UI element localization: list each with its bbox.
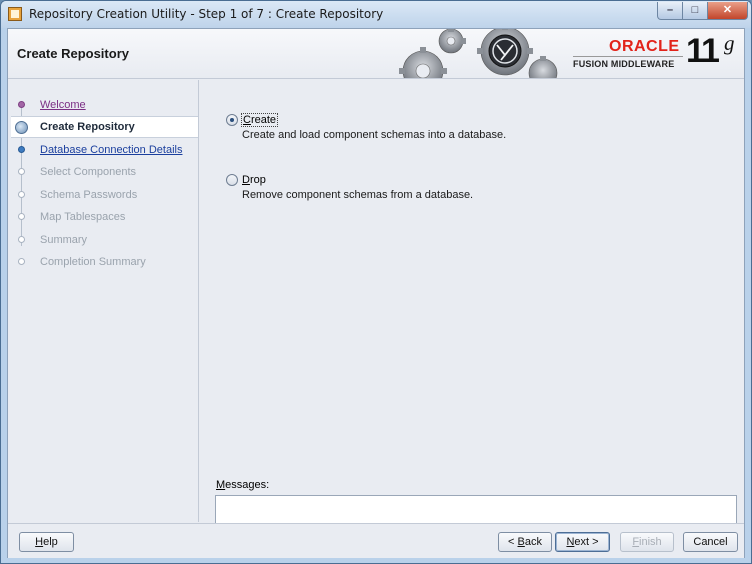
maximize-button[interactable]: □ <box>683 2 708 20</box>
nav-step-label: Welcome <box>40 99 86 111</box>
nav-step-label: Select Components <box>40 166 136 178</box>
nav-step-label: Database Connection Details <box>40 144 183 156</box>
nav-step-create-repository: Create Repository <box>11 116 198 138</box>
drop-radio-label[interactable]: Drop <box>242 174 266 186</box>
wizard-footer: Help < Back Next > Finish Cancel <box>8 523 744 558</box>
title-bar[interactable]: Repository Creation Utility - Step 1 of … <box>1 1 751 28</box>
next-button[interactable]: Next > <box>555 532 610 552</box>
create-radio[interactable] <box>226 114 238 126</box>
gears-graphic <box>393 29 558 78</box>
logo-rule <box>573 56 683 57</box>
minimize-button[interactable]: – <box>657 2 683 20</box>
step-pending-icon <box>18 236 25 243</box>
back-button[interactable]: < Back <box>498 532 552 552</box>
finish-button: Finish <box>620 532 674 552</box>
page-title: Create Repository <box>17 46 129 61</box>
nav-step-label: Create Repository <box>40 121 135 133</box>
version-suffix: g <box>724 31 735 55</box>
drop-radio[interactable] <box>226 174 238 186</box>
app-window: Repository Creation Utility - Step 1 of … <box>0 0 752 564</box>
close-button[interactable]: ✕ <box>708 2 748 20</box>
step-pending-icon <box>18 213 25 220</box>
nav-step-summary: Summary <box>11 229 198 251</box>
step-next-icon <box>18 146 25 153</box>
help-button[interactable]: Help <box>19 532 74 552</box>
wizard-header: Create Repository ORACLE FUSION MIDDLEWA… <box>8 29 744 79</box>
nav-step-completion-summary: Completion Summary <box>11 251 198 273</box>
wizard-frame: Create Repository ORACLE FUSION MIDDLEWA… <box>7 28 745 558</box>
nav-step-schema-passwords: Schema Passwords <box>11 184 198 206</box>
step-pending-icon <box>18 168 25 175</box>
main-panel: Create Create and load component schemas… <box>199 80 744 547</box>
wizard-steps-nav: Welcome Create Repository Database Conne… <box>11 80 199 522</box>
create-radio-label[interactable]: Create <box>240 113 279 127</box>
version-number: 11 <box>686 32 720 70</box>
nav-step-label: Completion Summary <box>40 256 146 268</box>
oracle-wordmark: ORACLE <box>609 38 680 55</box>
oracle-logo: ORACLE FUSION MIDDLEWARE 11 g <box>571 31 741 75</box>
step-done-icon <box>18 101 25 108</box>
messages-label: Messages: <box>216 479 270 491</box>
drop-description: Remove component schemas from a database… <box>242 189 474 201</box>
step-current-icon <box>15 121 28 134</box>
nav-step-database-connection-details[interactable]: Database Connection Details <box>11 139 198 161</box>
nav-step-select-components: Select Components <box>11 161 198 183</box>
app-icon <box>8 7 22 21</box>
fusion-middleware-text: FUSION MIDDLEWARE <box>573 59 675 69</box>
nav-step-label: Summary <box>40 234 88 246</box>
cancel-button[interactable]: Cancel <box>683 532 738 552</box>
window-title: Repository Creation Utility - Step 1 of … <box>29 7 384 21</box>
nav-step-map-tablespaces: Map Tablespaces <box>11 206 198 228</box>
step-pending-icon <box>18 258 25 265</box>
nav-step-label: Map Tablespaces <box>40 211 126 223</box>
step-pending-icon <box>18 191 25 198</box>
nav-step-welcome[interactable]: Welcome <box>11 94 198 116</box>
create-description: Create and load component schemas into a… <box>242 129 507 141</box>
nav-step-label: Schema Passwords <box>40 189 138 201</box>
